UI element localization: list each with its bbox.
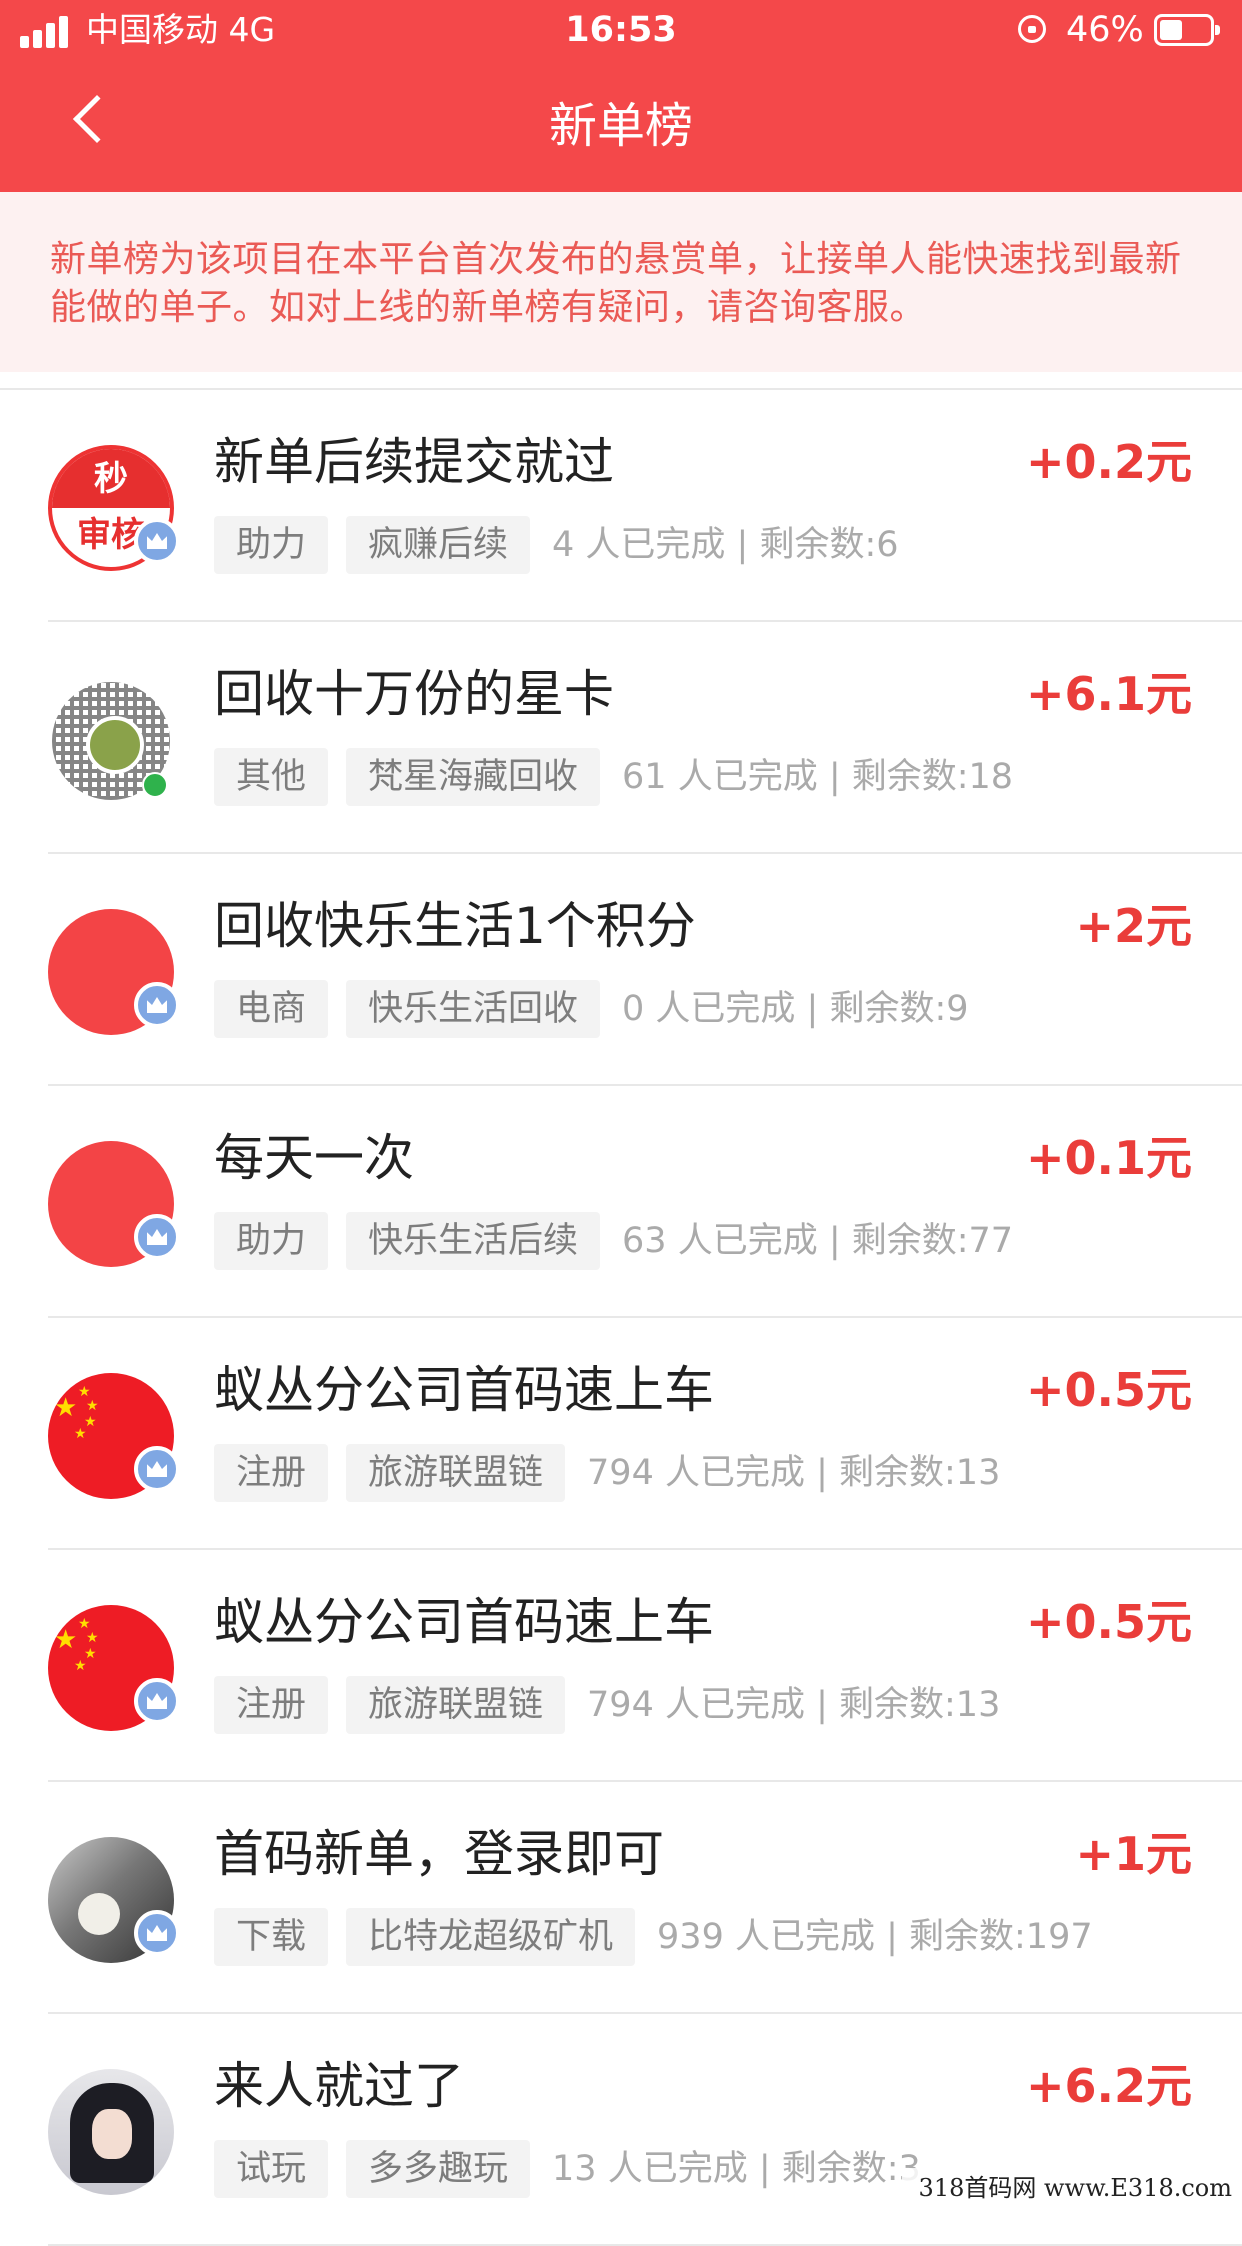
category-tag: 电商 (214, 980, 329, 1038)
anime-avatar (48, 2069, 174, 2195)
task-stats: 794 人已完成 | 剩余数:13 (587, 1685, 1001, 1725)
list-item[interactable]: 来人就过了 +6.2元试玩 多多趣玩 13 人已完成 | 剩余数:3 (48, 2014, 1242, 2246)
project-tag: 梵星海藏回收 (346, 748, 601, 806)
task-reward: +2元 (1075, 899, 1192, 953)
project-tag: 疯赚后续 (346, 516, 531, 574)
task-stats: 939 人已完成 | 剩余数:197 (657, 1917, 1093, 1957)
clock: 16:53 (565, 10, 677, 50)
task-title: 首码新单，登录即可 (214, 1825, 664, 1883)
task-stats: 13 人已完成 | 剩余数:3 (552, 2149, 921, 2189)
seal-top: 秒 (52, 449, 170, 508)
status-bar: 中国移动 4G 16:53 46% (0, 0, 1242, 62)
task-meta: 其他 梵星海藏回收 61 人已完成 | 剩余数:18 (214, 748, 1013, 806)
task-title: 回收快乐生活1个积分 (214, 897, 696, 955)
battery-percentage: 46% (1066, 10, 1144, 50)
category-tag: 助力 (214, 516, 329, 574)
task-reward: +0.1元 (1025, 1131, 1192, 1185)
project-tag: 多多趣玩 (346, 2140, 531, 2198)
category-tag: 注册 (214, 1444, 329, 1502)
project-tag: 快乐生活后续 (346, 1212, 601, 1270)
task-list: 秒审核 新单后续提交就过 +0.2元 助力 疯赚后续 4 人已完成 | 剩余数:6 回收十万… (0, 388, 1242, 2246)
category-tag: 注册 (214, 1676, 329, 1734)
notice-banner: 新单榜为该项目在本平台首次发布的悬赏单，让接单人能快速找到最新能做的单子。如对上… (0, 192, 1242, 372)
task-meta: 下载 比特龙超级矿机 939 人已完成 | 剩余数:197 (214, 1908, 1093, 1966)
list-item[interactable]: ★ ★ ★ ★ ★ 蚁丛分公司首码速上车 +0.5元 注册 旅游联盟链 794 人已完成 | 剩余… (48, 1550, 1242, 1782)
task-meta: 助力 快乐生活后续 63 人已完成 | 剩余数:77 (214, 1212, 1013, 1270)
watermark: 318首码网 www.E318.com (902, 2168, 1242, 2208)
crown-badge-icon (134, 982, 180, 1028)
task-reward: +0.5元 (1025, 1595, 1192, 1649)
notice-text: 新单榜为该项目在本平台首次发布的悬赏单，让接单人能快速找到最新能做的单子。如对上… (50, 239, 1182, 328)
category-tag: 下载 (214, 1908, 329, 1966)
task-meta: 注册 旅游联盟链 794 人已完成 | 剩余数:13 (214, 1444, 1000, 1502)
list-item[interactable]: 每天一次 +0.1元助力 快乐生活后续 63 人已完成 | 剩余数:77 (48, 1086, 1242, 1318)
crown-badge-icon (134, 1214, 180, 1260)
rotation-lock-icon (1018, 15, 1046, 43)
task-meta: 电商 快乐生活回收 0 人已完成 | 剩余数:9 (214, 980, 969, 1038)
task-title: 蚁丛分公司首码速上车 (214, 1593, 714, 1651)
project-tag: 快乐生活回收 (346, 980, 601, 1038)
task-title: 来人就过了 (214, 2057, 464, 2115)
crown-badge-icon (134, 1446, 180, 1492)
list-item[interactable]: 首码新单，登录即可 +1元下载 比特龙超级矿机 939 人已完成 | 剩余数:197 (48, 1782, 1242, 2014)
list-item[interactable]: 回收十万份的星卡 +6.1元其他 梵星海藏回收 61 人已完成 | 剩余数:18 (48, 622, 1242, 854)
battery-fill (1160, 20, 1182, 40)
task-reward: +6.1元 (1025, 667, 1192, 721)
task-stats: 4 人已完成 | 剩余数:6 (552, 525, 899, 565)
category-tag: 助力 (214, 1212, 329, 1270)
crown-badge-icon (134, 1910, 180, 1956)
battery-icon (1154, 14, 1220, 46)
project-tag: 比特龙超级矿机 (346, 1908, 636, 1966)
task-meta: 注册 旅游联盟链 794 人已完成 | 剩余数:13 (214, 1676, 1000, 1734)
task-reward: +0.5元 (1025, 1363, 1192, 1417)
project-tag: 旅游联盟链 (346, 1676, 566, 1734)
task-title: 新单后续提交就过 (214, 433, 614, 491)
crown-badge-icon (134, 1678, 180, 1724)
task-title: 每天一次 (214, 1129, 414, 1187)
category-tag: 其他 (214, 748, 329, 806)
task-stats: 0 人已完成 | 剩余数:9 (622, 989, 969, 1029)
list-item[interactable]: ★ ★ ★ ★ ★ 蚁丛分公司首码速上车 +0.5元 注册 旅游联盟链 794 人已完成 | 剩余… (48, 1318, 1242, 1550)
task-title: 回收十万份的星卡 (214, 665, 614, 723)
qr-code-avatar (52, 682, 170, 800)
task-title: 蚁丛分公司首码速上车 (214, 1361, 714, 1419)
link-icon (142, 772, 168, 798)
task-stats: 63 人已完成 | 剩余数:77 (622, 1221, 1014, 1261)
page-title: 新单榜 (548, 98, 693, 154)
crown-badge-icon (134, 518, 180, 564)
task-stats: 61 人已完成 | 剩余数:18 (622, 757, 1014, 797)
task-reward: +0.2元 (1025, 435, 1192, 489)
list-item[interactable]: 秒审核 新单后续提交就过 +0.2元 助力 疯赚后续 4 人已完成 | 剩余数:6 (48, 390, 1242, 622)
project-tag: 旅游联盟链 (346, 1444, 566, 1502)
nav-bar: 新单榜 (0, 62, 1242, 192)
category-tag: 试玩 (214, 2140, 329, 2198)
task-meta: 助力 疯赚后续 4 人已完成 | 剩余数:6 (214, 516, 899, 574)
task-meta: 试玩 多多趣玩 13 人已完成 | 剩余数:3 (214, 2140, 921, 2198)
list-item[interactable]: 回收快乐生活1个积分 +2元电商 快乐生活回收 0 人已完成 | 剩余数:9 (48, 854, 1242, 1086)
task-stats: 794 人已完成 | 剩余数:13 (587, 1453, 1001, 1493)
task-reward: +1元 (1075, 1827, 1192, 1881)
task-reward: +6.2元 (1025, 2059, 1192, 2113)
